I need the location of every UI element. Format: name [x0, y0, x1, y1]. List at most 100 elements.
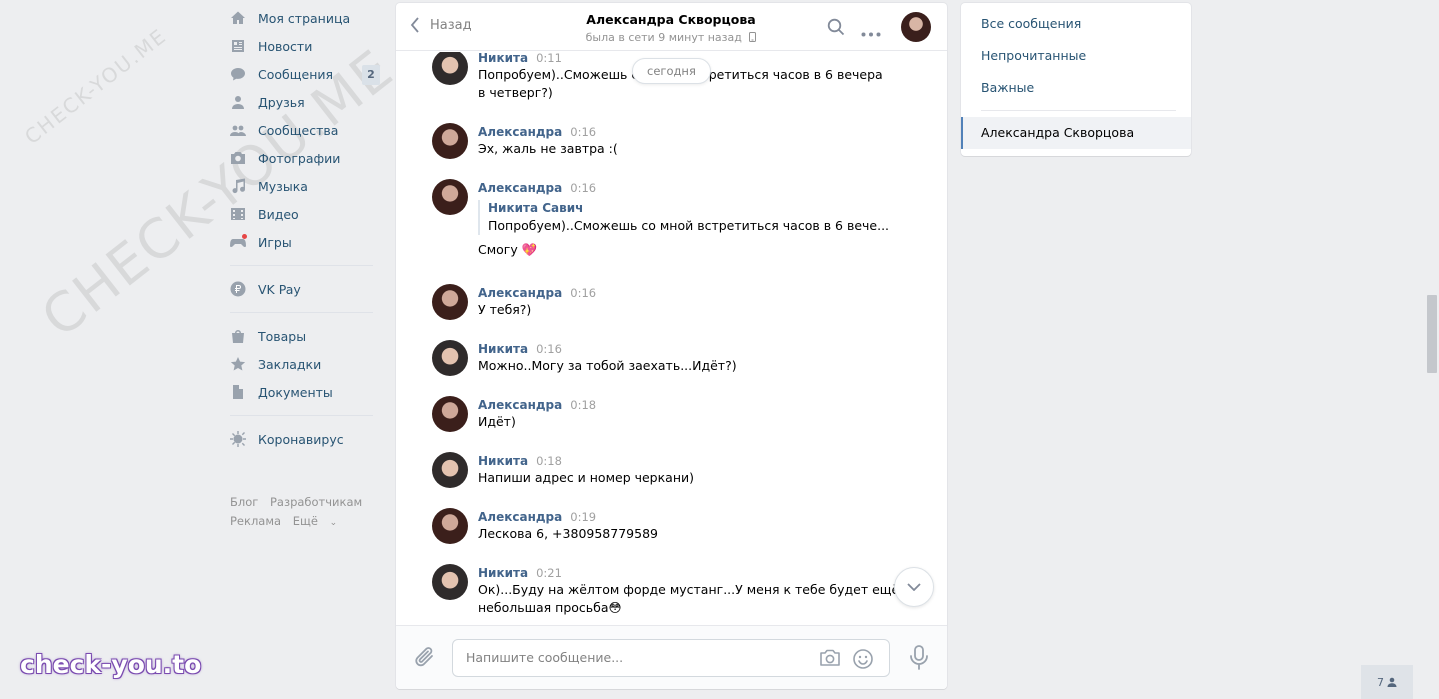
conversation-avatar[interactable] — [901, 12, 931, 42]
menu-item-video[interactable]: Видео — [230, 200, 380, 228]
left-menu: Моя страница Новости Сообщения 2 Друзья … — [230, 4, 380, 533]
menu-item-my-page[interactable]: Моя страница — [230, 4, 380, 32]
avatar[interactable] — [432, 396, 468, 432]
chat-title-block[interactable]: Александра Скворцова была в сети 9 минут… — [536, 12, 806, 44]
message-author[interactable]: Александра — [478, 510, 562, 524]
panel-separator — [981, 110, 1176, 111]
menu-item-games[interactable]: Игры — [230, 228, 380, 256]
games-notification-dot — [242, 234, 247, 239]
avatar[interactable] — [432, 52, 468, 85]
music-icon — [230, 178, 246, 194]
menu-item-communities[interactable]: Сообщества — [230, 116, 380, 144]
message-author[interactable]: Никита — [478, 52, 528, 65]
filter-important[interactable]: Важные — [961, 72, 1191, 104]
menu-item-label: Закладки — [258, 356, 322, 372]
shop-icon — [230, 328, 246, 344]
chat-status: была в сети 9 минут назад — [536, 31, 806, 44]
home-icon — [230, 10, 246, 26]
menu-item-photos[interactable]: Фотографии — [230, 144, 380, 172]
footer-link-developers[interactable]: Разработчикам — [270, 495, 362, 509]
message-history[interactable]: Никита 0:11 Попробуем)..Сможешь со мной в… — [396, 52, 947, 625]
message-time[interactable]: 0:16 — [570, 181, 596, 195]
message-time[interactable]: 0:18 — [570, 398, 596, 412]
avatar[interactable] — [432, 123, 468, 159]
message-author[interactable]: Никита — [478, 342, 528, 356]
search-icon[interactable] — [827, 18, 845, 39]
last-seen-text: была в сети 9 минут назад — [585, 31, 742, 44]
chat-header: Назад Александра Скворцова была в сети 9… — [396, 3, 947, 51]
back-button[interactable]: Назад — [410, 17, 472, 33]
menu-item-music[interactable]: Музыка — [230, 172, 380, 200]
footer-link-ads[interactable]: Реклама — [230, 514, 281, 528]
message-text: в четверг?) — [478, 85, 553, 100]
page-scrollbar[interactable] — [1427, 295, 1437, 373]
message-time[interactable]: 0:21 — [536, 566, 562, 580]
avatar[interactable] — [432, 340, 468, 376]
message-time[interactable]: 0:16 — [570, 286, 596, 300]
watermark-brand: check-you.to — [20, 650, 202, 679]
more-actions-icon[interactable] — [861, 25, 881, 40]
avatar[interactable] — [432, 564, 468, 600]
message-text: Напиши адрес и номер черкани) — [478, 470, 695, 485]
message-input[interactable] — [466, 650, 806, 665]
menu-item-coronavirus[interactable]: Коронавирус — [230, 425, 380, 453]
avatar[interactable] — [432, 179, 468, 215]
message-input-box — [452, 639, 890, 677]
conversation-filter-panel: Все сообщения Непрочитанные Важные Алекс… — [961, 3, 1191, 156]
menu-item-documents[interactable]: Документы — [230, 378, 380, 406]
menu-item-vkpay[interactable]: VK Pay — [230, 275, 380, 303]
menu-item-label: Друзья — [258, 94, 305, 110]
avatar[interactable] — [432, 508, 468, 544]
bookmark-icon — [230, 356, 246, 372]
scroll-to-bottom-button[interactable] — [894, 567, 934, 607]
virus-icon — [230, 431, 246, 447]
menu-item-label: Музыка — [258, 178, 308, 194]
reply-text: Попробуем)..Сможешь со мной встретиться … — [488, 218, 890, 233]
avatar[interactable] — [432, 452, 468, 488]
menu-item-label: Видео — [258, 206, 299, 222]
message-author[interactable]: Александра — [478, 181, 562, 195]
menu-separator — [230, 265, 373, 266]
message-time[interactable]: 0:16 — [536, 342, 562, 356]
menu-item-friends[interactable]: Друзья — [230, 88, 380, 116]
message-time[interactable]: 0:11 — [536, 52, 562, 65]
menu-item-label: Сообщения — [258, 66, 334, 82]
message-text: Лескова 6, +380958779589 — [478, 526, 658, 541]
footer-link-blog[interactable]: Блог — [230, 495, 258, 509]
message-author[interactable]: Никита — [478, 454, 528, 468]
messages-icon — [230, 66, 246, 82]
menu-item-label: VK Pay — [258, 281, 301, 297]
active-conversation-item[interactable]: Александра Скворцова — [961, 117, 1191, 149]
emoji-icon[interactable] — [852, 648, 874, 673]
message-item: Александра 0:16 Эх, жаль не завтра :( — [432, 123, 927, 159]
message-author[interactable]: Александра — [478, 398, 562, 412]
menu-item-messages[interactable]: Сообщения 2 — [230, 60, 380, 88]
message-author[interactable]: Александра — [478, 286, 562, 300]
camera-icon[interactable] — [819, 649, 841, 670]
message-author[interactable]: Никита — [478, 566, 528, 580]
message-time[interactable]: 0:19 — [570, 510, 596, 524]
online-friends-counter[interactable]: 7 — [1361, 665, 1413, 699]
photos-icon — [230, 150, 246, 166]
message-text: Смогу 💖 — [478, 242, 538, 257]
documents-icon — [230, 384, 246, 400]
menu-item-news[interactable]: Новости — [230, 32, 380, 60]
footer-links: Блог Разработчикам Реклама Ещё ⌄ — [230, 493, 380, 533]
filter-unread[interactable]: Непрочитанные — [961, 40, 1191, 72]
avatar[interactable] — [432, 284, 468, 320]
filter-all-messages[interactable]: Все сообщения — [961, 8, 1191, 40]
message-time[interactable]: 0:16 — [570, 125, 596, 139]
footer-link-more[interactable]: Ещё ⌄ — [293, 514, 345, 528]
chat-title: Александра Скворцова — [586, 12, 756, 27]
menu-item-bookmarks[interactable]: Закладки — [230, 350, 380, 378]
menu-item-goods[interactable]: Товары — [230, 322, 380, 350]
communities-icon — [230, 122, 246, 138]
reply-author: Никита Савич — [488, 201, 584, 215]
reply-quote[interactable]: Никита Савич Попробуем)..Сможешь со мной… — [478, 200, 927, 235]
message-author[interactable]: Александра — [478, 125, 562, 139]
microphone-icon[interactable] — [909, 645, 929, 674]
attach-icon[interactable] — [414, 646, 436, 673]
friends-icon — [230, 94, 246, 110]
message-time[interactable]: 0:18 — [536, 454, 562, 468]
menu-item-label: Документы — [258, 384, 333, 400]
